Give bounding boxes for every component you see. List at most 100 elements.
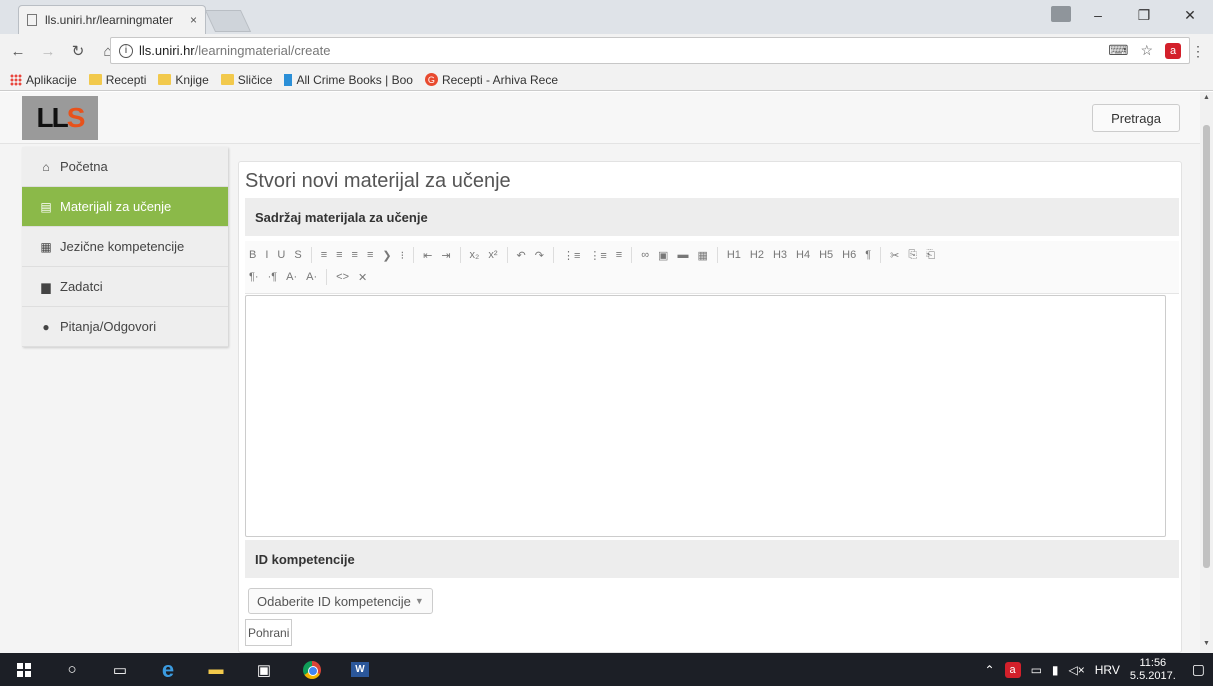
bookmark-crime-books[interactable]: All Crime Books | Boo	[284, 73, 413, 87]
editor-tool-button[interactable]: ¶	[865, 249, 871, 261]
editor-tool-button[interactable]: ¶·	[249, 271, 259, 283]
editor-tool-button[interactable]: ⎘	[908, 249, 917, 262]
editor-tool-button[interactable]: ⎗	[926, 249, 935, 262]
editor-tool-button[interactable]: ⇤	[423, 249, 432, 262]
language-indicator[interactable]: HRV	[1095, 663, 1120, 677]
tab-title: lls.uniri.hr/learningmater	[45, 13, 174, 27]
translate-icon[interactable]: ⌨	[1108, 42, 1128, 59]
toolbar-separator	[880, 247, 882, 263]
editor-tool-button[interactable]: ⋮≡	[589, 249, 606, 262]
clock[interactable]: 11:56 5.5.2017.	[1130, 657, 1176, 683]
volume-muted-icon[interactable]: ◁×	[1069, 663, 1085, 677]
browser-tab[interactable]: lls.uniri.hr/learningmater ×	[18, 5, 206, 34]
tab-close-icon[interactable]: ×	[190, 13, 197, 27]
bookmark-apps[interactable]: Aplikacije	[10, 73, 77, 87]
editor-tool-button[interactable]: ≡	[367, 249, 373, 261]
edge-icon[interactable]: e	[144, 653, 192, 686]
sidebar-item-pitanja[interactable]: ● Pitanja/Odgovori	[22, 307, 228, 347]
scrollbar-thumb[interactable]	[1203, 125, 1210, 568]
bookmark-recepti-arhiva[interactable]: G Recepti - Arhiva Rece	[424, 73, 558, 87]
site-logo[interactable]: LL S	[22, 96, 98, 140]
page-scrollbar[interactable]: ▲ ▼	[1200, 92, 1213, 653]
page-icon	[27, 14, 37, 26]
bookmark-star-icon[interactable]: ☆	[1140, 42, 1153, 59]
word-icon[interactable]: W	[336, 653, 384, 686]
address-bar[interactable]: i lls.uniri.hr /learningmaterial/create …	[110, 37, 1190, 64]
close-window-icon[interactable]: ✕	[1167, 0, 1213, 30]
editor-tool-button[interactable]: ✕	[358, 271, 367, 284]
editor-tool-button[interactable]: ↶	[517, 249, 526, 262]
bookmark-knjige[interactable]: Knjige	[158, 73, 209, 87]
minimize-icon[interactable]: –	[1075, 0, 1121, 30]
editor-tool-button[interactable]: ▬	[677, 249, 688, 261]
editor-tool-button[interactable]: H4	[796, 249, 810, 261]
editor-tool-button[interactable]: ⁝	[401, 249, 405, 262]
editor-tool-button[interactable]: <>	[336, 271, 349, 283]
editor-tool-button[interactable]: S	[294, 249, 301, 261]
editor-tool-button[interactable]: A·	[286, 271, 297, 283]
battery-icon[interactable]: ▮	[1052, 663, 1059, 677]
forward-icon[interactable]: →	[36, 43, 60, 60]
bookmark-slicice[interactable]: Sličice	[220, 73, 272, 87]
start-button[interactable]	[0, 653, 48, 686]
editor-tool-button[interactable]: ▣	[658, 249, 668, 262]
editor-tool-button[interactable]: H5	[819, 249, 833, 261]
window-controls: – ❐ ✕	[1075, 0, 1213, 30]
reload-icon[interactable]: ↻	[66, 42, 90, 60]
task-view-icon[interactable]: ▭	[96, 653, 144, 686]
user-profile-icon[interactable]	[1051, 6, 1071, 22]
editor-tool-button[interactable]: x₂	[470, 249, 480, 261]
network-icon[interactable]: ▭	[1031, 663, 1042, 677]
editor-tool-button[interactable]: B	[249, 249, 256, 261]
editor-tool-button[interactable]: ✂	[890, 249, 899, 262]
editor-tool-button[interactable]: H1	[727, 249, 741, 261]
editor-tool-button[interactable]: ≡	[336, 249, 342, 261]
editor-tool-button[interactable]: H3	[773, 249, 787, 261]
tray-extension-icon[interactable]: a	[1004, 661, 1021, 678]
back-icon[interactable]: ←	[6, 43, 30, 60]
maximize-icon[interactable]: ❐	[1121, 0, 1167, 30]
chrome-taskbar-icon[interactable]	[288, 653, 336, 686]
bookmark-recepti[interactable]: Recepti	[88, 73, 146, 87]
editor-tool-button[interactable]: ≡	[321, 249, 327, 261]
url-host: lls.uniri.hr	[139, 43, 195, 58]
editor-tool-button[interactable]: ≡	[616, 249, 622, 261]
new-tab-button[interactable]	[204, 10, 252, 32]
notifications-icon[interactable]: ▢	[1192, 661, 1205, 678]
sidebar-item-label: Materijali za učenje	[60, 199, 172, 214]
editor-tool-button[interactable]: ∞	[641, 249, 649, 261]
tray-expand-icon[interactable]: ⌃	[985, 663, 995, 677]
editor-tool-button[interactable]: H2	[750, 249, 764, 261]
editor-tool-button[interactable]: A·	[306, 271, 317, 283]
editor-tool-button[interactable]: ↷	[535, 249, 544, 262]
editor-tool-button[interactable]: U	[277, 249, 285, 261]
search-button[interactable]: Pretraga	[1092, 104, 1180, 132]
sidebar-item-zadatci[interactable]: ▆ Zadatci	[22, 267, 228, 307]
editor-tool-button[interactable]: ⇥	[441, 249, 450, 262]
sidebar-item-kompetencije[interactable]: ▦ Jezične kompetencije	[22, 227, 228, 267]
editor-textarea[interactable]	[245, 295, 1166, 537]
competence-dropdown[interactable]: Odaberite ID kompetencije ▼	[248, 588, 433, 614]
search-icon[interactable]: ○	[48, 653, 96, 686]
file-explorer-icon[interactable]: ▬	[192, 653, 240, 686]
sidebar-item-pocetna[interactable]: ⌂ Početna	[22, 147, 228, 187]
editor-tool-button[interactable]: ⋮≡	[563, 249, 580, 262]
windows-logo-icon	[17, 662, 31, 677]
editor-tool-button[interactable]: I	[265, 249, 268, 261]
save-button[interactable]: Pohrani	[245, 619, 293, 646]
editor-tool-button[interactable]: ·¶	[268, 271, 278, 283]
extension-icon[interactable]: a	[1165, 42, 1181, 59]
editor-tool-button[interactable]: x²	[488, 249, 497, 261]
sidebar-item-materijali[interactable]: ▤ Materijali za učenje	[22, 187, 228, 227]
home-icon: ⌂	[42, 159, 50, 174]
store-icon[interactable]: ▣	[240, 653, 288, 686]
editor-tool-button[interactable]: ▦	[697, 249, 707, 262]
editor-tool-button[interactable]: ❯	[382, 249, 391, 262]
editor-tool-button[interactable]: ≡	[352, 249, 358, 261]
scroll-up-icon[interactable]: ▲	[1203, 94, 1210, 101]
scroll-down-icon[interactable]: ▼	[1203, 640, 1210, 647]
editor-tool-button[interactable]: H6	[842, 249, 856, 261]
windows-taskbar: ○ ▭ e ▬ ▣ W ⌃ a ▭ ▮ ◁× HRV 11:56 5.5.201…	[0, 653, 1213, 686]
site-info-icon[interactable]: i	[119, 43, 133, 58]
menu-kebab-icon[interactable]: ⋮	[1191, 43, 1205, 60]
